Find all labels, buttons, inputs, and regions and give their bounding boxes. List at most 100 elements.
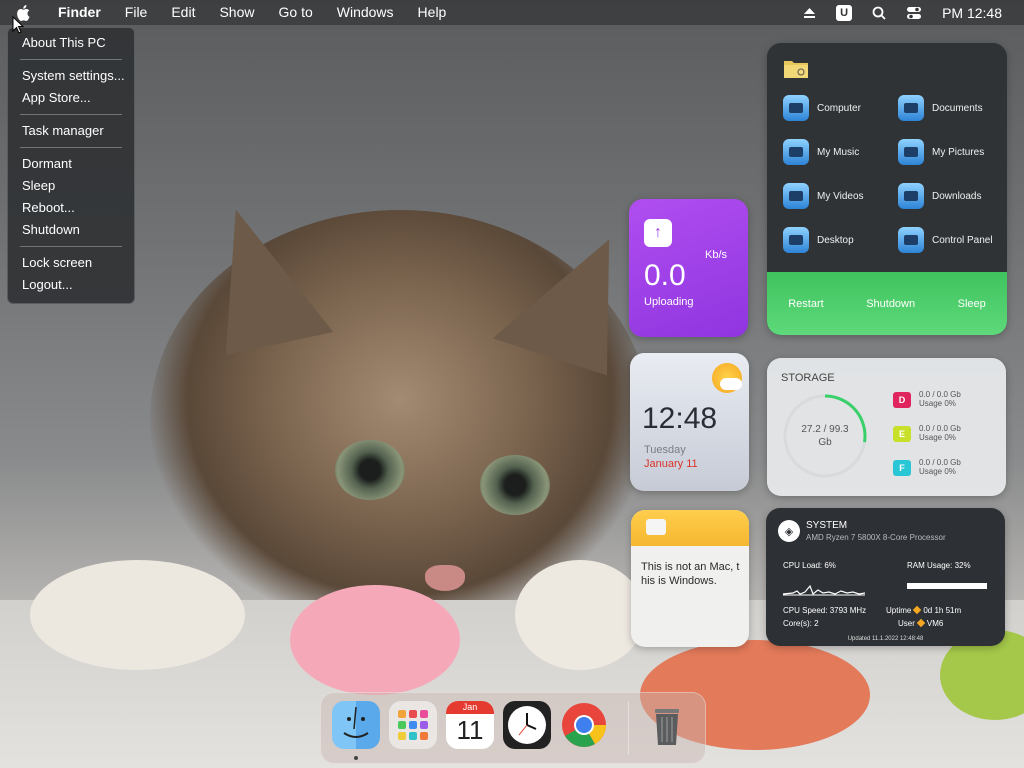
shutdown-button[interactable]: Shutdown <box>866 298 915 310</box>
drive-e[interactable]: E 0.0 / 0.0 Gb Usage 0% <box>893 424 1003 442</box>
folder-label: Downloads <box>932 190 982 202</box>
upload-arrow-icon: ↑ <box>644 219 672 247</box>
calendar-day: 11 <box>456 715 484 745</box>
ram-usage: RAM Usage: 32% <box>907 561 971 570</box>
downloads-icon <box>898 183 924 209</box>
computer-icon <box>783 95 809 121</box>
menu-windows[interactable]: Windows <box>325 0 406 25</box>
menu-item-shutdown[interactable]: Shutdown <box>8 219 134 241</box>
restart-button[interactable]: Restart <box>788 298 823 310</box>
folder-label: Control Panel <box>932 234 993 246</box>
storage-widget: STORAGE 27.2 / 99.3 Gb D 0.0 / 0.0 Gb Usa… <box>767 358 1006 496</box>
updated-timestamp: Updated 11.1.2022 12:48:48 <box>847 636 924 642</box>
launchpad-icon[interactable] <box>389 701 437 749</box>
folder-label: My Music <box>817 146 860 158</box>
menu-separator <box>20 114 122 115</box>
cat-nose <box>425 565 465 591</box>
menu-finder[interactable]: Finder <box>46 0 113 25</box>
uptime-label: Uptime <box>886 606 912 615</box>
folder-item-my-music[interactable]: My Music <box>783 139 898 165</box>
folder-label: Documents <box>932 102 983 114</box>
finder-icon[interactable] <box>332 701 380 749</box>
cat-eye-left <box>335 440 405 500</box>
documents-icon <box>898 95 924 121</box>
u-badge: U <box>836 4 853 21</box>
upload-unit: Kb/s <box>705 249 728 261</box>
sleep-button[interactable]: Sleep <box>958 298 986 310</box>
upload-value: 0.0 <box>644 259 686 292</box>
drive-d[interactable]: D 0.0 / 0.0 Gb Usage 0% <box>893 390 1003 408</box>
menubar-clock[interactable]: PM 12:48 <box>932 0 1024 25</box>
cpu-load-graph <box>783 584 865 596</box>
folder-label: My Videos <box>817 190 864 202</box>
menu-separator <box>20 147 122 148</box>
drive-e-icon: E <box>893 426 911 442</box>
calendar-icon[interactable]: Jan 11 <box>446 701 494 749</box>
menu-item-about[interactable]: About This PC <box>8 32 134 54</box>
calendar-month: Jan <box>446 701 494 714</box>
clock-icon[interactable] <box>503 701 551 749</box>
pictures-icon <box>898 139 924 165</box>
menu-edit[interactable]: Edit <box>159 0 207 25</box>
menu-item-task-manager[interactable]: Task manager <box>8 120 134 142</box>
storage-value: 27.2 / 99.3 Gb <box>781 423 869 449</box>
drive-f-icon: F <box>893 460 911 476</box>
drive-f[interactable]: F 0.0 / 0.0 Gb Usage 0% <box>893 458 1003 476</box>
folder-item-documents[interactable]: Documents <box>898 95 1007 121</box>
menu-item-sleep[interactable]: Sleep <box>8 175 134 197</box>
desktop-icon <box>783 227 809 253</box>
folder-icon[interactable] <box>783 57 809 79</box>
diamond-icon <box>913 605 922 615</box>
menu-go-to[interactable]: Go to <box>267 0 325 25</box>
menu-file[interactable]: File <box>113 0 160 25</box>
folders-widget: Computer Documents My Music My Pictures … <box>767 43 1007 335</box>
folder-item-control-panel[interactable]: Control Panel <box>898 227 1007 253</box>
menu-item-reboot[interactable]: Reboot... <box>8 197 134 219</box>
menu-show[interactable]: Show <box>207 0 266 25</box>
menu-item-dormant[interactable]: Dormant <box>8 153 134 175</box>
system-info-widget: ◈ SYSTEM AMD Ryzen 7 5800X 8-Core Proces… <box>766 508 1005 646</box>
menu-separator <box>20 59 122 60</box>
folder-item-my-pictures[interactable]: My Pictures <box>898 139 1007 165</box>
note-widget[interactable]: This is not an Mac, this is Windows. <box>631 510 749 647</box>
menu-item-system-settings[interactable]: System settings... <box>8 65 134 87</box>
uptime: Uptime 0d 1h 51m <box>886 605 962 615</box>
drive-usage: Usage 0% <box>919 399 956 408</box>
menu-item-logout[interactable]: Logout... <box>8 274 134 296</box>
search-icon[interactable] <box>862 0 896 25</box>
note-icon <box>646 519 666 535</box>
dock: Jan 11 <box>320 692 706 764</box>
menu-item-lock-screen[interactable]: Lock screen <box>8 252 134 274</box>
music-icon <box>783 139 809 165</box>
clock-weekday: Tuesday <box>644 444 686 456</box>
menu-separator <box>20 246 122 247</box>
diamond-icon <box>916 618 926 628</box>
folder-item-my-videos[interactable]: My Videos <box>783 183 898 209</box>
apple-menu-dropdown: About This PC System settings... App Sto… <box>7 27 135 304</box>
chrome-icon[interactable] <box>560 701 608 749</box>
folder-item-computer[interactable]: Computer <box>783 95 898 121</box>
folder-label: My Pictures <box>932 146 985 158</box>
system-logo-icon: ◈ <box>778 520 800 542</box>
note-text[interactable]: This is not an Mac, this is Windows. <box>641 560 741 588</box>
eject-icon[interactable] <box>793 0 826 25</box>
user: User VM6 <box>898 618 944 628</box>
clock-weather-widget: 12:48 Tuesday January 11 <box>630 353 749 491</box>
storage-unit: Gb <box>818 437 832 448</box>
clock-date: January 11 <box>644 458 698 470</box>
trash-icon[interactable] <box>643 701 691 749</box>
folder-item-downloads[interactable]: Downloads <box>898 183 1007 209</box>
user-value: VM6 <box>926 619 944 628</box>
folder-item-desktop[interactable]: Desktop <box>783 227 898 253</box>
u-icon[interactable]: U <box>826 0 862 25</box>
upload-label: Uploading <box>644 296 694 308</box>
finder-running-indicator <box>354 756 358 760</box>
menu-help[interactable]: Help <box>406 0 459 25</box>
white-toy-right <box>515 560 645 670</box>
control-center-icon[interactable] <box>896 0 932 25</box>
uptime-value: 0d 1h 51m <box>923 606 962 615</box>
menu-item-app-store[interactable]: App Store... <box>8 87 134 109</box>
cpu-speed: CPU Speed: 3793 MHz <box>783 606 867 615</box>
control-panel-icon <box>898 227 924 253</box>
white-toy <box>30 560 245 670</box>
